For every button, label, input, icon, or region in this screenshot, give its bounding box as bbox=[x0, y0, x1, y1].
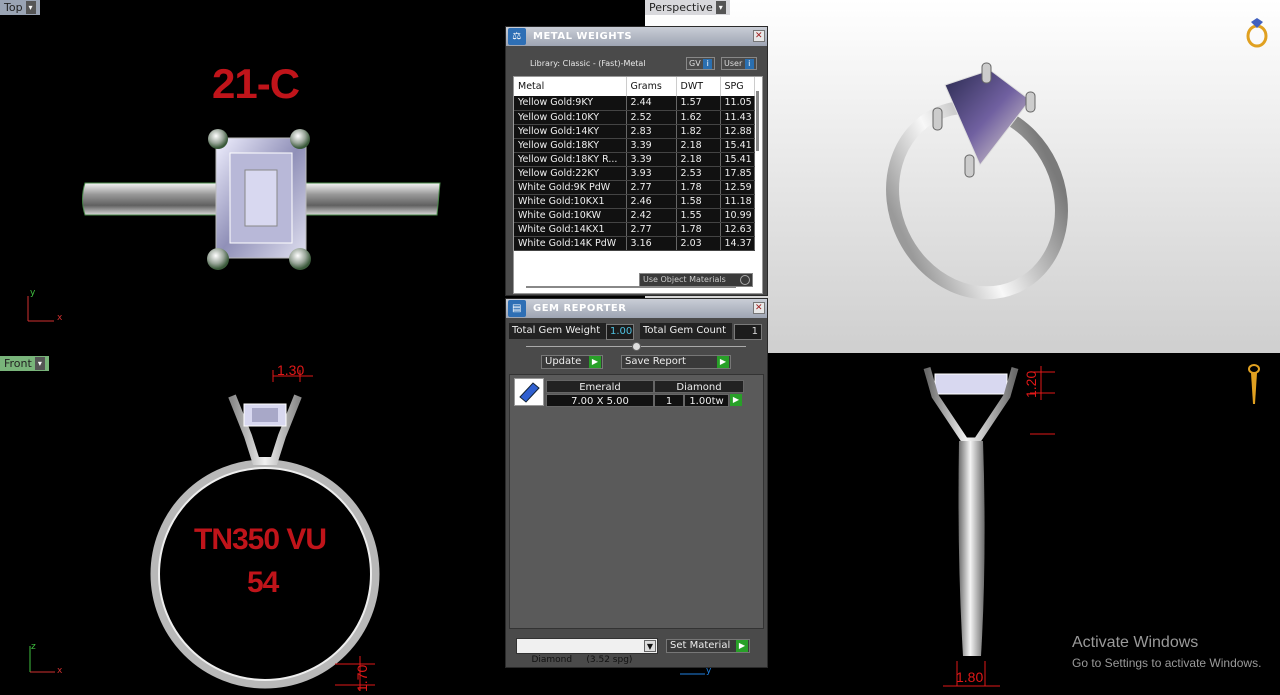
column-header[interactable]: Metal bbox=[514, 77, 627, 96]
gem-quantity: 1 bbox=[654, 394, 684, 407]
table-row[interactable]: Yellow Gold:9KY 2.44 1.57 11.05 bbox=[514, 96, 755, 111]
table-row[interactable]: White Gold:9K PdW 2.77 1.78 12.59 bbox=[514, 180, 755, 195]
update-button[interactable]: Update ▶ bbox=[541, 355, 603, 369]
play-icon: ▶ bbox=[736, 640, 748, 652]
gem-size: 7.00 X 5.00 bbox=[546, 394, 654, 407]
metal-weights-table[interactable]: Metal Grams DWT SPG Yellow Gold:9KY 2.44 1… bbox=[513, 76, 763, 294]
total-gem-weight-value: 1.00 bbox=[606, 324, 634, 340]
save-report-button[interactable]: Save Report ▶ bbox=[621, 355, 731, 369]
chevron-down-icon[interactable]: ▼ bbox=[644, 640, 656, 652]
metal-weights-titlebar[interactable]: ⚖ METAL WEIGHTS ✕ bbox=[506, 27, 767, 46]
axis-y-label: y bbox=[30, 288, 36, 298]
play-icon: ▶ bbox=[717, 356, 729, 368]
close-icon[interactable]: ✕ bbox=[753, 302, 765, 314]
gv-toggle[interactable]: GV i bbox=[686, 57, 716, 70]
play-icon: ▶ bbox=[589, 356, 601, 368]
close-icon[interactable]: ✕ bbox=[753, 30, 765, 42]
report-icon: ▤ bbox=[508, 300, 526, 317]
table-row[interactable]: White Gold:14K PdW 3.16 2.03 14.37 bbox=[514, 236, 755, 251]
gem-shape-icon bbox=[514, 378, 544, 406]
set-material-button[interactable]: Set Material ▶ bbox=[666, 639, 750, 653]
ring-size-label: 54 bbox=[247, 566, 279, 599]
gem-row-play-icon[interactable]: ▶ bbox=[730, 394, 742, 406]
table-row[interactable]: White Gold:10KW 2.42 1.55 10.99 bbox=[514, 208, 755, 223]
dimension-side: 1.20 bbox=[1023, 370, 1039, 398]
material-select[interactable]: Diamond (3.52 spg) ▼ bbox=[516, 638, 658, 665]
gem-reporter-titlebar[interactable]: ▤ GEM REPORTER ✕ bbox=[506, 299, 767, 318]
table-row[interactable]: Yellow Gold:14KY 2.83 1.82 12.88 bbox=[514, 124, 755, 139]
axis-x-label: x bbox=[57, 313, 63, 323]
table-header: Metal Grams DWT SPG bbox=[514, 77, 755, 96]
use-object-materials-field[interactable]: Use Object Materials bbox=[639, 273, 753, 287]
column-header[interactable]: DWT bbox=[676, 77, 721, 96]
dimension-bottom-right: 1.80 bbox=[956, 669, 984, 685]
table-row[interactable]: Yellow Gold:22KY 3.93 2.53 17.85 bbox=[514, 166, 755, 181]
table-row[interactable]: White Gold:14KX1 2.77 1.78 12.63 bbox=[514, 222, 755, 237]
gem-weight: 1.00tw bbox=[684, 394, 729, 407]
table-row[interactable]: Yellow Gold:18KY R... 3.39 2.18 15.41 bbox=[514, 152, 755, 167]
gem-row[interactable]: Emerald Diamond 7.00 X 5.00 1 1.00tw ▶ bbox=[514, 378, 744, 408]
table-row[interactable]: White Gold:10KX1 2.46 1.58 11.18 bbox=[514, 194, 755, 209]
dimension-bottom: 1.70 bbox=[354, 664, 370, 692]
axis-z-label: z bbox=[31, 642, 36, 652]
scale-icon: ⚖ bbox=[508, 28, 526, 45]
vertical-scrollbar[interactable] bbox=[756, 91, 759, 151]
gem-shape-header: Emerald bbox=[546, 380, 654, 393]
axis-x-label: x bbox=[57, 666, 63, 676]
ring-model-label: TN350 VU bbox=[194, 523, 327, 556]
total-gem-weight-label: Total Gem Weight bbox=[509, 323, 606, 339]
metal-weights-panel: ⚖ METAL WEIGHTS ✕ Library: Classic - (Fa… bbox=[505, 26, 768, 296]
total-gem-count-label: Total Gem Count bbox=[640, 323, 732, 339]
circle-icon[interactable] bbox=[740, 275, 750, 285]
dimension-top: 1.30 bbox=[277, 362, 305, 378]
slider-handle[interactable] bbox=[632, 342, 641, 351]
column-header[interactable]: Grams bbox=[626, 77, 677, 96]
gem-list: Emerald Diamond 7.00 X 5.00 1 1.00tw ▶ bbox=[509, 374, 764, 629]
gem-type-header: Diamond bbox=[654, 380, 744, 393]
activation-watermark-title: Activate Windows bbox=[1072, 634, 1199, 651]
column-header[interactable]: SPG bbox=[720, 77, 755, 96]
gem-reporter-panel: ▤ GEM REPORTER ✕ Total Gem Weight 1.00 T… bbox=[505, 298, 768, 668]
table-row[interactable]: Yellow Gold:18KY 3.39 2.18 15.41 bbox=[514, 138, 755, 153]
table-row[interactable]: Yellow Gold:10KY 2.52 1.62 11.43 bbox=[514, 110, 755, 125]
library-label: Library: Classic - (Fast)-Metal bbox=[530, 59, 646, 68]
activation-watermark-subtitle: Go to Settings to activate Windows. bbox=[1072, 656, 1262, 670]
user-toggle[interactable]: User i bbox=[721, 57, 757, 70]
total-gem-count-value: 1 bbox=[734, 324, 762, 340]
